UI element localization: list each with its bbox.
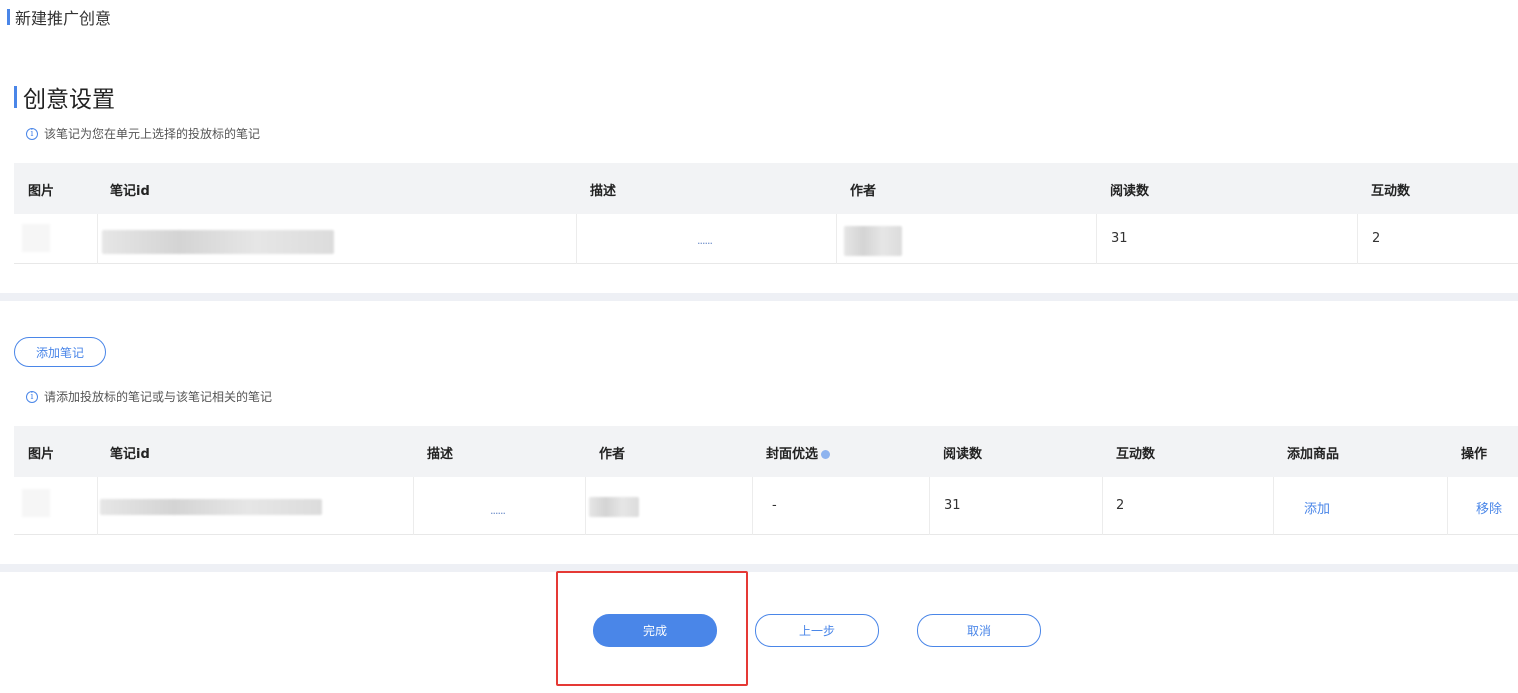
page-title: 新建推广创意: [7, 6, 111, 28]
col-note-id: 笔记id: [110, 447, 150, 462]
related-note-table: 图片 笔记id 描述 作者 封面优选 阅读数 互动数 添加商品 操作 .....…: [14, 426, 1518, 535]
author-redacted: [844, 226, 902, 256]
section-title: 创意设置: [14, 80, 115, 114]
note-reads: 31: [944, 498, 961, 513]
section-divider: [0, 564, 1518, 572]
note-interactions: 2: [1372, 231, 1381, 246]
table-header: 图片 笔记id 描述 作者 阅读数 互动数: [14, 163, 1518, 214]
col-interactions: 互动数: [1371, 184, 1411, 199]
note-id-redacted: [100, 499, 322, 515]
table-row: ...... 31 2: [14, 214, 1518, 264]
add-product-link[interactable]: 添加: [1304, 498, 1330, 517]
previous-step-button[interactable]: 上一步: [755, 614, 879, 647]
add-note-button[interactable]: 添加笔记: [14, 337, 106, 367]
cancel-button[interactable]: 取消: [917, 614, 1041, 647]
remove-link[interactable]: 移除: [1476, 498, 1502, 517]
note-id-redacted: [102, 230, 334, 254]
col-reads: 阅读数: [1110, 184, 1150, 199]
add-note-hint-text: 请添加投放标的笔记或与该笔记相关的笔记: [44, 390, 273, 404]
col-description: 描述: [427, 447, 454, 462]
title-bar-accent: [7, 9, 10, 25]
table-header: 图片 笔记id 描述 作者 封面优选 阅读数 互动数 添加商品 操作: [14, 426, 1518, 477]
section-divider: [0, 293, 1518, 301]
col-description: 描述: [590, 184, 617, 199]
cover-optimize-value: -: [772, 498, 777, 513]
info-icon: i: [26, 390, 38, 403]
section-hint-text: 该笔记为您在单元上选择的投放标的笔记: [44, 127, 261, 141]
note-thumbnail[interactable]: [22, 224, 50, 252]
col-image: 图片: [28, 184, 55, 199]
col-cover-optimize: 封面优选: [766, 443, 831, 462]
selected-note-table: 图片 笔记id 描述 作者 阅读数 互动数 ...... 31 2: [14, 163, 1518, 264]
note-description: ......: [697, 234, 713, 247]
highlight-box: [556, 571, 748, 686]
table-row: ...... - 31 2 添加 移除: [14, 477, 1518, 535]
section-hint: i 该笔记为您在单元上选择的投放标的笔记: [26, 125, 260, 142]
col-image: 图片: [28, 447, 55, 462]
col-add-product: 添加商品: [1287, 447, 1340, 462]
help-icon[interactable]: [821, 450, 831, 459]
col-note-id: 笔记id: [110, 184, 150, 199]
note-interactions: 2: [1116, 498, 1125, 513]
col-actions: 操作: [1461, 447, 1488, 462]
col-interactions: 互动数: [1116, 447, 1156, 462]
col-author: 作者: [599, 447, 626, 462]
section-bar-accent: [14, 86, 17, 108]
page-title-text: 新建推广创意: [15, 9, 112, 28]
note-reads: 31: [1111, 231, 1128, 246]
col-reads: 阅读数: [943, 447, 983, 462]
note-thumbnail[interactable]: [22, 489, 50, 517]
col-author: 作者: [850, 184, 877, 199]
note-description: ......: [490, 504, 506, 517]
add-note-hint: i 请添加投放标的笔记或与该笔记相关的笔记: [26, 388, 272, 405]
author-redacted: [589, 497, 639, 517]
info-icon: i: [26, 127, 38, 140]
section-title-text: 创意设置: [23, 87, 115, 113]
